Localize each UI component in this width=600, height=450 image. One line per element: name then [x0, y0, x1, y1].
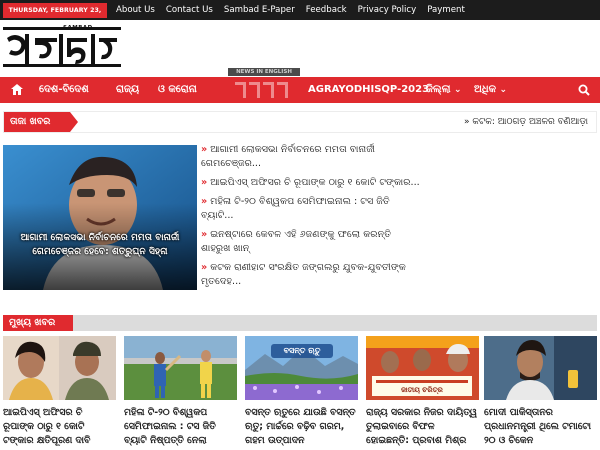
chevron-down-icon: ⌄ — [453, 85, 462, 95]
headline-text: ଆଗାମୀ ଲୋକସଭା ନିର୍ବାଚନରେ ମମତା ବାନାର୍ଜୀ ଗେ… — [201, 144, 375, 169]
thumbnail-text: ଜାତୀୟ ଚରିତ୍ର — [401, 386, 443, 394]
news-card-thumbnail — [484, 336, 597, 400]
nav-item-desh-bidesh[interactable]: ଦେଶ-ବିଦେଶ — [39, 77, 89, 103]
top-link-about[interactable]: About Us — [116, 5, 155, 15]
cricket-photo — [124, 336, 237, 400]
chevron-down-icon: ⌄ — [499, 85, 508, 95]
news-card[interactable]: ଜାତୀୟ ଚରିତ୍ର ରାଜ୍ୟ ସରକାର ନିଜର ଦାୟିତ୍ୱ ତୁ… — [366, 336, 479, 450]
top-links: About Us Contact Us Sambad E-Paper Feedb… — [116, 0, 476, 20]
nav-item-corona[interactable]: ଓ କରୋନା — [158, 77, 197, 103]
nav-item-jilla-label: ଜିଲ୍ଲା — [426, 84, 451, 95]
news-card-title: ମହିଳା ଟି-୨୦ ବିଶ୍ୱକପ ସେମିଫାଇନାଲ : ଟସ ଜିତି… — [124, 407, 216, 446]
site-logo[interactable]: SAMBAD — [3, 24, 121, 68]
nav-item-jilla[interactable]: ଜିଲ୍ଲା ⌄ — [426, 77, 462, 103]
date-badge: THURSDAY, FEBRUARY 23, 2023 — [3, 3, 107, 29]
news-card[interactable]: ମହିଳା ଟି-୨୦ ବିଶ୍ୱକପ ସେମିଫାଇନାଲ : ଟସ ଜିତି… — [124, 336, 237, 450]
top-link-epaper[interactable]: Sambad E-Paper — [224, 5, 295, 15]
headline-text: ଇନଷ୍ଟାରେ କେବଳ ଏହି ୬ଜଣଙ୍କୁ ଫଲୋ କରନ୍ତି ଶାହ… — [201, 229, 392, 254]
chevron-right-icon: » — [201, 196, 208, 207]
headline-text: ମହିଳା ଟି-୨୦ ବିଶ୍ୱକପ ସେମିଫାଇନାଲ : ଟସ ଜିତି… — [201, 196, 390, 221]
top-link-payment[interactable]: Payment — [427, 5, 465, 15]
top-link-contact[interactable]: Contact Us — [166, 5, 213, 15]
chevron-right-icon: » — [201, 262, 208, 273]
news-card-title: ରାଜ୍ୟ ସରକାର ନିଜର ଦାୟିତ୍ୱ ତୁଲାଇବାରେ ବିଫଳ … — [366, 407, 477, 446]
breaking-news-ticker[interactable]: » କଟକ: ଆଠଗଡ଼ ଅଞ୍ଚଳର ବଣିଆଡ଼ା — [464, 112, 588, 132]
featured-image — [3, 145, 197, 290]
search-icon[interactable] — [578, 84, 590, 96]
main-news-cards: ଆଇପିଏସ୍ ଅଫିସର ଚି ରୂପାଙ୍କ ଠାରୁ ୧ କୋଟି ଟଙ୍… — [3, 336, 597, 450]
breaking-news-bar: ତାଜା ଖବର » କଟକ: ଆଠଗଡ଼ ଅଞ୍ଚଳର ବଣିଆଡ଼ା — [3, 111, 597, 133]
watermark-logo-icon — [235, 82, 288, 98]
nav-item-adhika[interactable]: ଅଧିକ ⌄ — [474, 77, 507, 103]
news-card[interactable]: ଆଇପିଏସ୍ ଅଫିସର ଚି ରୂପାଙ୍କ ଠାରୁ ୧ କୋଟି ଟଙ୍… — [3, 336, 116, 450]
top-link-feedback[interactable]: Feedback — [306, 5, 347, 15]
news-card-thumbnail — [124, 336, 237, 400]
chevron-right-icon: » — [201, 229, 208, 240]
chevron-right-icon: » — [201, 144, 208, 155]
news-card-thumbnail — [3, 336, 116, 400]
breaking-news-label: ତାଜା ଖବର — [4, 112, 78, 132]
headline-item[interactable]: » ଇନଷ୍ଟାରେ କେବଳ ଏହି ୬ଜଣଙ୍କୁ ଫଲୋ କରନ୍ତି ଶା… — [201, 228, 421, 256]
main-nav: ଦେଶ-ବିଦେଶ ରାଜ୍ୟ ଓ କରୋନା NEWS IN ENGLISH … — [0, 68, 600, 103]
news-card-title: ବସନ୍ତ ଋତୁରେ ଯାଉଛି ବସନ୍ତ ଋତୁ; ମାର୍ଚ୍ଚରେ ବ… — [245, 407, 356, 446]
officer-photo — [3, 336, 116, 400]
top-bar: THURSDAY, FEBRUARY 23, 2023 About Us Con… — [0, 0, 600, 29]
top-link-privacy[interactable]: Privacy Policy — [358, 5, 417, 15]
news-in-english-watermark[interactable]: NEWS IN ENGLISH — [228, 68, 300, 102]
nav-home[interactable] — [8, 77, 28, 103]
interview-photo — [484, 336, 597, 400]
news-card-thumbnail: ଜାତୀୟ ଚରିତ୍ର — [366, 336, 479, 400]
news-card[interactable]: ମୋଦୀ ପାକିସ୍ତାନର ପ୍ରଧାନମନ୍ତ୍ରୀ ଥିଲେ ଟମାଟୋ… — [484, 336, 597, 450]
thumbnail-text: ବସନ୍ତ ଋତୁ — [283, 346, 321, 355]
featured-story[interactable]: ଆଗାମୀ ଲୋକସଭା ନିର୍ବାଚନରେ ମମତା ବାନାର୍ଜୀ ଗେ… — [3, 145, 197, 290]
headline-item[interactable]: » ମହିଳା ଟି-୨୦ ବିଶ୍ୱକପ ସେମିଫାଇନାଲ : ଟସ ଜିତ… — [201, 195, 421, 223]
headline-text: ଆଇପିଏସ୍ ଅଫିସର ଚି ରୂପାଙ୍କ ଠାରୁ ୧ କୋଟି ଟଙ୍… — [210, 177, 420, 188]
headline-item[interactable]: » କଟକ ରାଣୀହାଟ ସଂରକ୍ଷିତ ଜଙ୍ଗଲରୁ ଯୁବକ-ଯୁବତୀ… — [201, 261, 421, 289]
logo-mark — [3, 34, 121, 67]
watermark-text: NEWS IN ENGLISH — [236, 69, 292, 75]
nav-item-agrayodhi[interactable]: AGRAYODHISQP-2023 — [308, 77, 429, 103]
main-news-header: ମୁଖ୍ୟ ଖବର — [3, 315, 597, 331]
news-card-thumbnail: ବସନ୍ତ ଋତୁ — [245, 336, 358, 400]
featured-caption: ଆଗାମୀ ଲୋକସଭା ନିର୍ବାଚନରେ ମମତା ବାନାର୍ଜୀ ଗେ… — [20, 232, 180, 257]
news-card-title: ଆଇପିଏସ୍ ଅଫିସର ଚି ରୂପାଙ୍କ ଠାରୁ ୧ କୋଟି ଟଙ୍… — [3, 407, 91, 446]
headline-text: କଟକ ରାଣୀହାଟ ସଂରକ୍ଷିତ ଜଙ୍ଗଲରୁ ଯୁବକ-ଯୁବତୀଙ… — [201, 262, 406, 287]
home-icon — [11, 84, 23, 95]
nav-item-rajya[interactable]: ରାଜ୍ୟ — [116, 77, 139, 103]
headline-item[interactable]: » ଆଗାମୀ ଲୋକସଭା ନିର୍ବାଚନରେ ମମତା ବାନାର୍ଜୀ ଗ… — [201, 143, 421, 171]
news-card-title: ମୋଦୀ ପାକିସ୍ତାନର ପ୍ରଧାନମନ୍ତ୍ରୀ ଥିଲେ ଟମାଟୋ… — [484, 407, 592, 446]
headline-item[interactable]: » ଆଇପିଏସ୍ ଅଫିସର ଚି ରୂପାଙ୍କ ଠାରୁ ୧ କୋଟି ଟଙ… — [201, 176, 421, 190]
headline-list: » ଆଗାମୀ ଲୋକସଭା ନିର୍ବାଚନରେ ମମତା ବାନାର୍ଜୀ ଗ… — [201, 143, 421, 294]
nav-item-adhika-label: ଅଧିକ — [474, 84, 497, 95]
main-news-label: ମୁଖ୍ୟ ଖବର — [3, 315, 73, 331]
news-card[interactable]: ବସନ୍ତ ଋତୁ ବସନ୍ତ ଋତୁରେ ଯାଉଛି ବସନ୍ତ ଋତୁ; ମ… — [245, 336, 358, 450]
chevron-right-icon: » — [201, 177, 208, 188]
